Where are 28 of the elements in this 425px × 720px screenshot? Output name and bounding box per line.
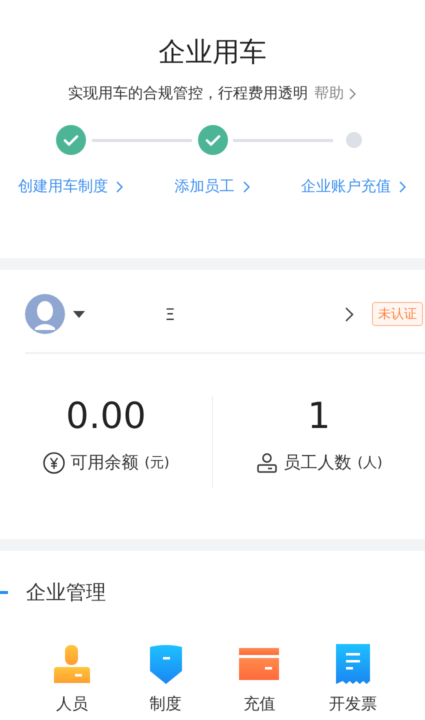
help-link[interactable]: 帮助 [314, 84, 357, 103]
menu-item-label[interactable]: 开发票 [329, 694, 378, 715]
avatar-icon[interactable] [25, 294, 65, 334]
chevron-right-icon[interactable] [345, 306, 354, 322]
stat-label: 员工人数 [284, 452, 352, 474]
chevron-right-icon [116, 180, 124, 192]
menu-item-label[interactable]: 充值 [243, 694, 276, 715]
section-title: 企业管理 [26, 579, 106, 606]
shield-icon[interactable] [148, 644, 183, 684]
stat-value: 1 [308, 396, 330, 437]
receipt-icon[interactable] [336, 644, 370, 684]
stat-label: 可用余额 [70, 452, 139, 474]
dropdown-caret-icon[interactable] [73, 310, 85, 318]
menu-item-label[interactable]: 人员 [56, 694, 88, 715]
chevron-right-icon [349, 88, 357, 100]
chevron-right-icon [399, 180, 408, 192]
subtitle: 实现用车的合规管控，行程费用透明 [68, 84, 308, 103]
menu-item-label[interactable]: 制度 [150, 694, 182, 715]
chevron-right-icon [242, 180, 250, 192]
page-title: 企业用车 [158, 36, 266, 70]
stat-value: 0.00 [66, 396, 146, 437]
stat-unit: (元) [144, 454, 170, 472]
person-icon [256, 452, 278, 474]
company-name: Ξ [165, 304, 176, 324]
unverified-badge: 未认证 [372, 302, 423, 326]
person-icon[interactable] [52, 644, 92, 684]
yuan-icon [42, 452, 65, 474]
stat-unit: (人) [358, 454, 382, 472]
